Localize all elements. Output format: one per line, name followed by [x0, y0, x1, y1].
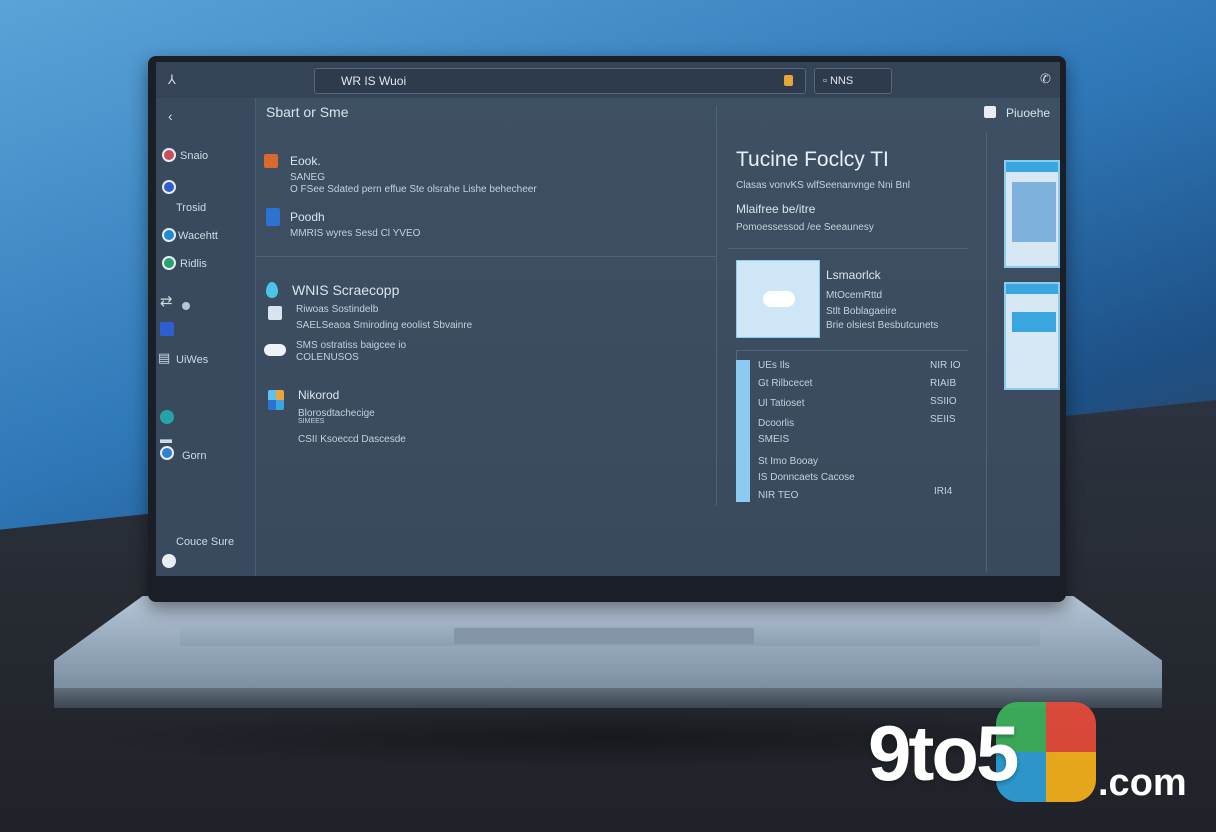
panel-description: Pomoessessod /ee Seeaunesy — [736, 222, 874, 233]
card-line: Brie olsiest Besbutcunets — [826, 320, 939, 331]
sidebar-item-icon — [162, 180, 176, 194]
location-pin-icon — [266, 282, 278, 298]
card-line: MtOcemRttd — [826, 290, 883, 301]
sidebar-item-icon — [162, 256, 176, 270]
cloud-icon — [763, 291, 795, 307]
list-icon — [268, 306, 282, 320]
detail-row-label: St Imo Booay — [758, 456, 819, 467]
sidebar-footer[interactable]: Couce Sure — [176, 536, 234, 548]
detail-row-label: SMEIS — [758, 434, 790, 445]
sidebar-item-6[interactable]: Gorn — [182, 450, 206, 462]
top-bar: ⅄ WR IS Wuoi ▫ NNS ✆ — [156, 62, 1060, 98]
sidebar-item-icon — [162, 148, 176, 162]
status-dot-icon — [182, 302, 190, 310]
grid-icon[interactable]: ▤ — [158, 350, 170, 366]
section-line: O FSee Sdated pern effue Ste olsrahe Lis… — [290, 184, 537, 195]
detail-row-value[interactable]: IRI4 — [934, 486, 952, 497]
section-title[interactable]: Eook. — [290, 154, 321, 168]
preview-thumbnail-2[interactable] — [1004, 282, 1060, 390]
phone-icon[interactable]: ✆ — [1040, 71, 1051, 87]
sidebar: ‹ Snaio Trosid Wacehtt Ridlis ⇄ ▤ UiWes … — [156, 98, 256, 576]
section-line: MMRIS wyres Sesd Cl YVEO — [290, 228, 421, 239]
search-bar[interactable]: WR IS Wuoi — [314, 68, 806, 94]
minus-icon: ▬ — [160, 432, 172, 446]
search-text: WR IS Wuoi — [341, 74, 407, 88]
sidebar-item-1[interactable]: Snaio — [180, 150, 208, 162]
detail-row-value: NIR IO — [930, 360, 961, 371]
panel-tag[interactable]: Mlaifree be/itre — [736, 202, 815, 216]
teal-app-icon[interactable] — [160, 410, 174, 424]
cloud-card[interactable] — [736, 260, 820, 338]
detail-row-value: SEIIS — [930, 414, 956, 425]
section-title[interactable]: WNIS Scraecopp — [292, 282, 399, 298]
main-content: Sbart or Sme Eook. SANEG O FSee Sdated p… — [256, 98, 716, 576]
sidebar-item-icon — [160, 446, 174, 460]
detail-row-label: UEs Ils — [758, 360, 790, 371]
page-title: Sbart or Sme — [266, 104, 349, 120]
section-line: CSII Ksoeccd Dascesde — [298, 434, 406, 445]
account-pill[interactable]: ▫ NNS — [814, 68, 892, 94]
back-icon[interactable]: ‹ — [168, 108, 173, 124]
thumbnail-image — [1012, 182, 1056, 242]
section-line: SANEG — [290, 172, 326, 183]
search-tag-icon[interactable] — [784, 75, 793, 86]
panel-subtitle: Clasas vonvKS wlfSeenanvnge Nni Bnl — [736, 180, 910, 191]
card-line: Stlt Boblagaeire — [826, 306, 897, 317]
blue-app-icon[interactable] — [160, 322, 174, 336]
section-divider — [256, 256, 716, 257]
panel-top-border — [736, 350, 968, 351]
section-line: SMS ostratiss baigcee io — [296, 340, 407, 351]
panel-title: Tucine Foclcy TI — [736, 148, 889, 171]
thumbnail-caption — [1006, 284, 1058, 294]
detail-row-label: Ul Tatioset — [758, 398, 805, 409]
logo-domain: .com — [1098, 762, 1187, 804]
detail-row-value: RIAIB — [930, 378, 957, 389]
logo-word: 9to5 — [868, 709, 1019, 797]
app-logo-icon[interactable]: ⅄ — [168, 72, 176, 88]
thumbnail-image — [1012, 312, 1056, 332]
windows-logo-icon — [268, 390, 284, 410]
detail-row-value: SSIIO — [930, 396, 957, 407]
right-edge-divider — [986, 132, 987, 572]
watermark-logo: 9to5 .com — [868, 702, 1188, 808]
laptop-screen: ⅄ WR IS Wuoi ▫ NNS ✆ ‹ Snaio Trosid Wace… — [156, 62, 1060, 576]
settings-icon[interactable] — [162, 554, 176, 568]
sidebar-item-3[interactable]: Wacehtt — [178, 230, 218, 242]
sidebar-item-4[interactable]: Ridlis — [180, 258, 207, 270]
preview-icon[interactable] — [984, 106, 996, 118]
column-divider — [716, 106, 717, 506]
section-title[interactable]: Poodh — [290, 210, 325, 224]
detail-row-label: Dcoorlis — [758, 418, 795, 429]
laptop-base-front — [54, 688, 1162, 708]
cloud-icon — [264, 344, 286, 356]
preview-thumbnail-1[interactable] — [1004, 160, 1060, 268]
sync-icon[interactable]: ⇄ — [160, 292, 173, 310]
panel-accent-bar — [736, 360, 750, 502]
card-title[interactable]: Lsmaorlck — [826, 268, 881, 282]
sidebar-item-5[interactable]: UiWes — [176, 354, 208, 366]
section-line: SIMEES — [298, 418, 325, 425]
detail-row-label: NIR TEO — [758, 490, 799, 501]
section-line: SAELSeaoa Smiroding eoolist Sbvainre — [296, 320, 473, 331]
section-line: Riwoas Sostindelb — [296, 304, 379, 315]
orange-app-icon — [264, 154, 278, 168]
section-title[interactable]: Nikorod — [298, 388, 339, 402]
panel-divider — [728, 248, 968, 249]
sidebar-item-icon — [162, 228, 176, 242]
detail-row-label: IS Donncaets Cacose — [758, 472, 855, 483]
thumbnail-caption — [1006, 162, 1058, 172]
detail-row-label: Gt Rilbcecet — [758, 378, 813, 389]
sidebar-item-2[interactable]: Trosid — [176, 202, 206, 214]
preview-label[interactable]: Piuoehe — [1006, 106, 1050, 120]
blue-doc-icon — [266, 208, 280, 226]
laptop-trackpad — [454, 628, 754, 644]
section-line: COLENUSOS — [296, 352, 359, 363]
